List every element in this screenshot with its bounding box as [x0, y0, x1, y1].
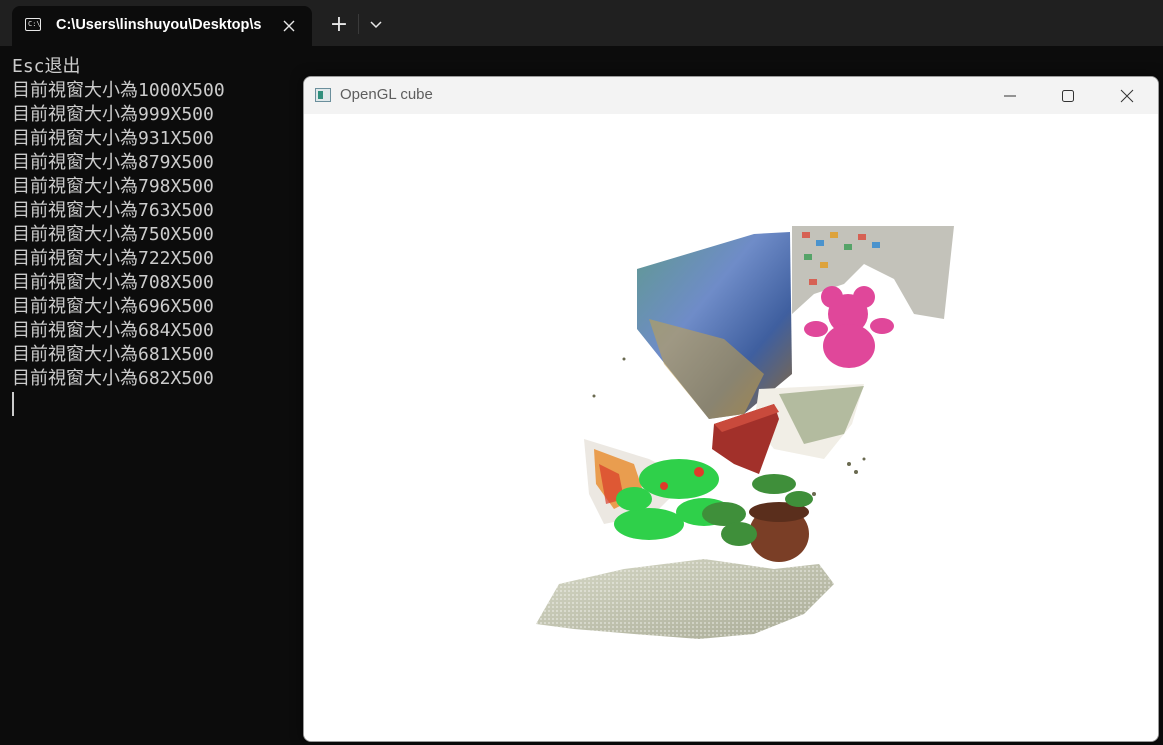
- opengl-window[interactable]: OpenGL cube: [303, 76, 1159, 742]
- close-button[interactable]: [1098, 77, 1156, 114]
- console-line: 目前視窗大小為682X500: [12, 368, 214, 389]
- terminal-icon: C:\: [25, 18, 41, 31]
- text-cursor: [12, 392, 14, 416]
- terminal-tab-strip: C:\ C:\Users\linshuyou\Desktop\s +: [0, 0, 1163, 46]
- point-cloud-scene: [536, 226, 954, 639]
- console-line: 目前視窗大小為681X500: [12, 344, 214, 365]
- gl-canvas[interactable]: [304, 114, 1158, 741]
- maximize-icon: [1062, 90, 1074, 102]
- console-line: 目前視窗大小為1000X500: [12, 80, 225, 101]
- window-titlebar[interactable]: OpenGL cube: [304, 77, 1158, 114]
- minimize-icon: [1004, 95, 1016, 97]
- tab-title: C:\Users\linshuyou\Desktop\s: [56, 17, 262, 33]
- console-line: 目前視窗大小為750X500: [12, 224, 214, 245]
- console-line: 目前視窗大小為999X500: [12, 104, 214, 125]
- tab-close-icon[interactable]: [278, 15, 300, 37]
- app-icon: [315, 88, 331, 102]
- console-line: 目前視窗大小為696X500: [12, 296, 214, 317]
- console-line: 目前視窗大小為931X500: [12, 128, 214, 149]
- tab-divider: [358, 14, 359, 34]
- console-line: Esc退出: [12, 56, 81, 77]
- close-icon: [1120, 89, 1134, 103]
- teddy-bear: [804, 286, 894, 368]
- console-line: 目前視窗大小為708X500: [12, 272, 214, 293]
- maximize-button[interactable]: [1039, 77, 1097, 114]
- minimize-button[interactable]: [981, 77, 1039, 114]
- console-output: Esc退出 目前視窗大小為1000X500 目前視窗大小為999X500 目前視…: [12, 55, 225, 391]
- console-line: 目前視窗大小為798X500: [12, 176, 214, 197]
- terminal-tab[interactable]: C:\ C:\Users\linshuyou\Desktop\s: [12, 6, 312, 46]
- new-tab-button[interactable]: +: [326, 12, 352, 38]
- console-line: 目前視窗大小為684X500: [12, 320, 214, 341]
- console-line: 目前視窗大小為879X500: [12, 152, 214, 173]
- console-line: 目前視窗大小為763X500: [12, 200, 214, 221]
- chevron-down-icon[interactable]: [366, 14, 386, 36]
- window-title: OpenGL cube: [340, 86, 433, 103]
- console-line: 目前視窗大小為722X500: [12, 248, 214, 269]
